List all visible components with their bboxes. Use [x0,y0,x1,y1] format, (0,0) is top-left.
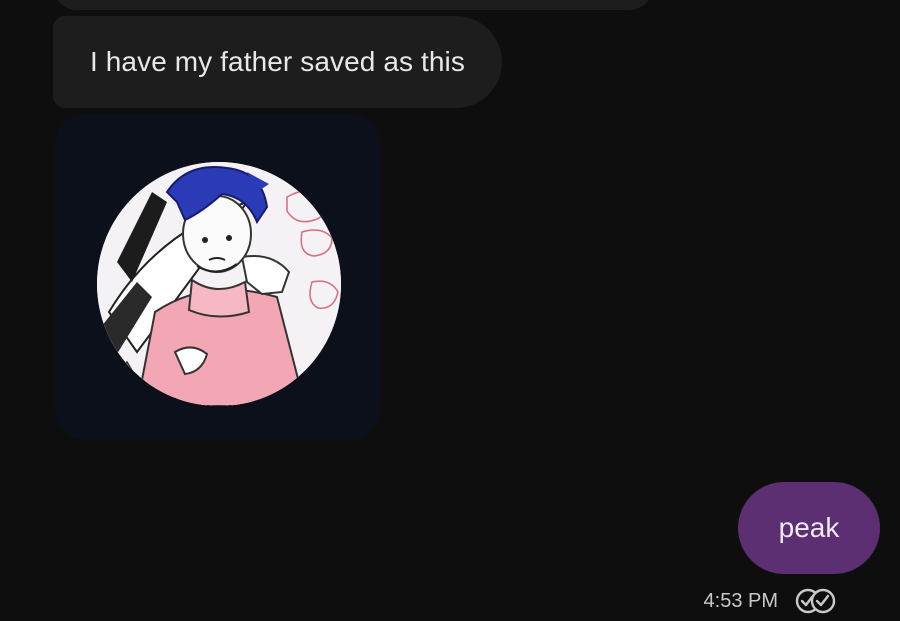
incoming-image-message[interactable] [55,114,380,440]
previous-message-bubble[interactable] [53,0,653,10]
read-receipt-icon [795,588,836,614]
outgoing-message-text: peak [778,512,840,543]
contact-avatar-drawing-icon[interactable] [97,162,341,406]
message-meta: 4:53 PM [704,586,838,616]
drawing-illustration [97,162,341,406]
incoming-message-text: I have my father saved as this [90,46,465,77]
message-timestamp: 4:53 PM [703,589,778,612]
incoming-message-bubble[interactable]: I have my father saved as this [53,16,502,108]
outgoing-message-bubble[interactable]: peak [738,482,880,574]
chat-screen: I have my father saved as this peak 4:53… [0,0,900,621]
